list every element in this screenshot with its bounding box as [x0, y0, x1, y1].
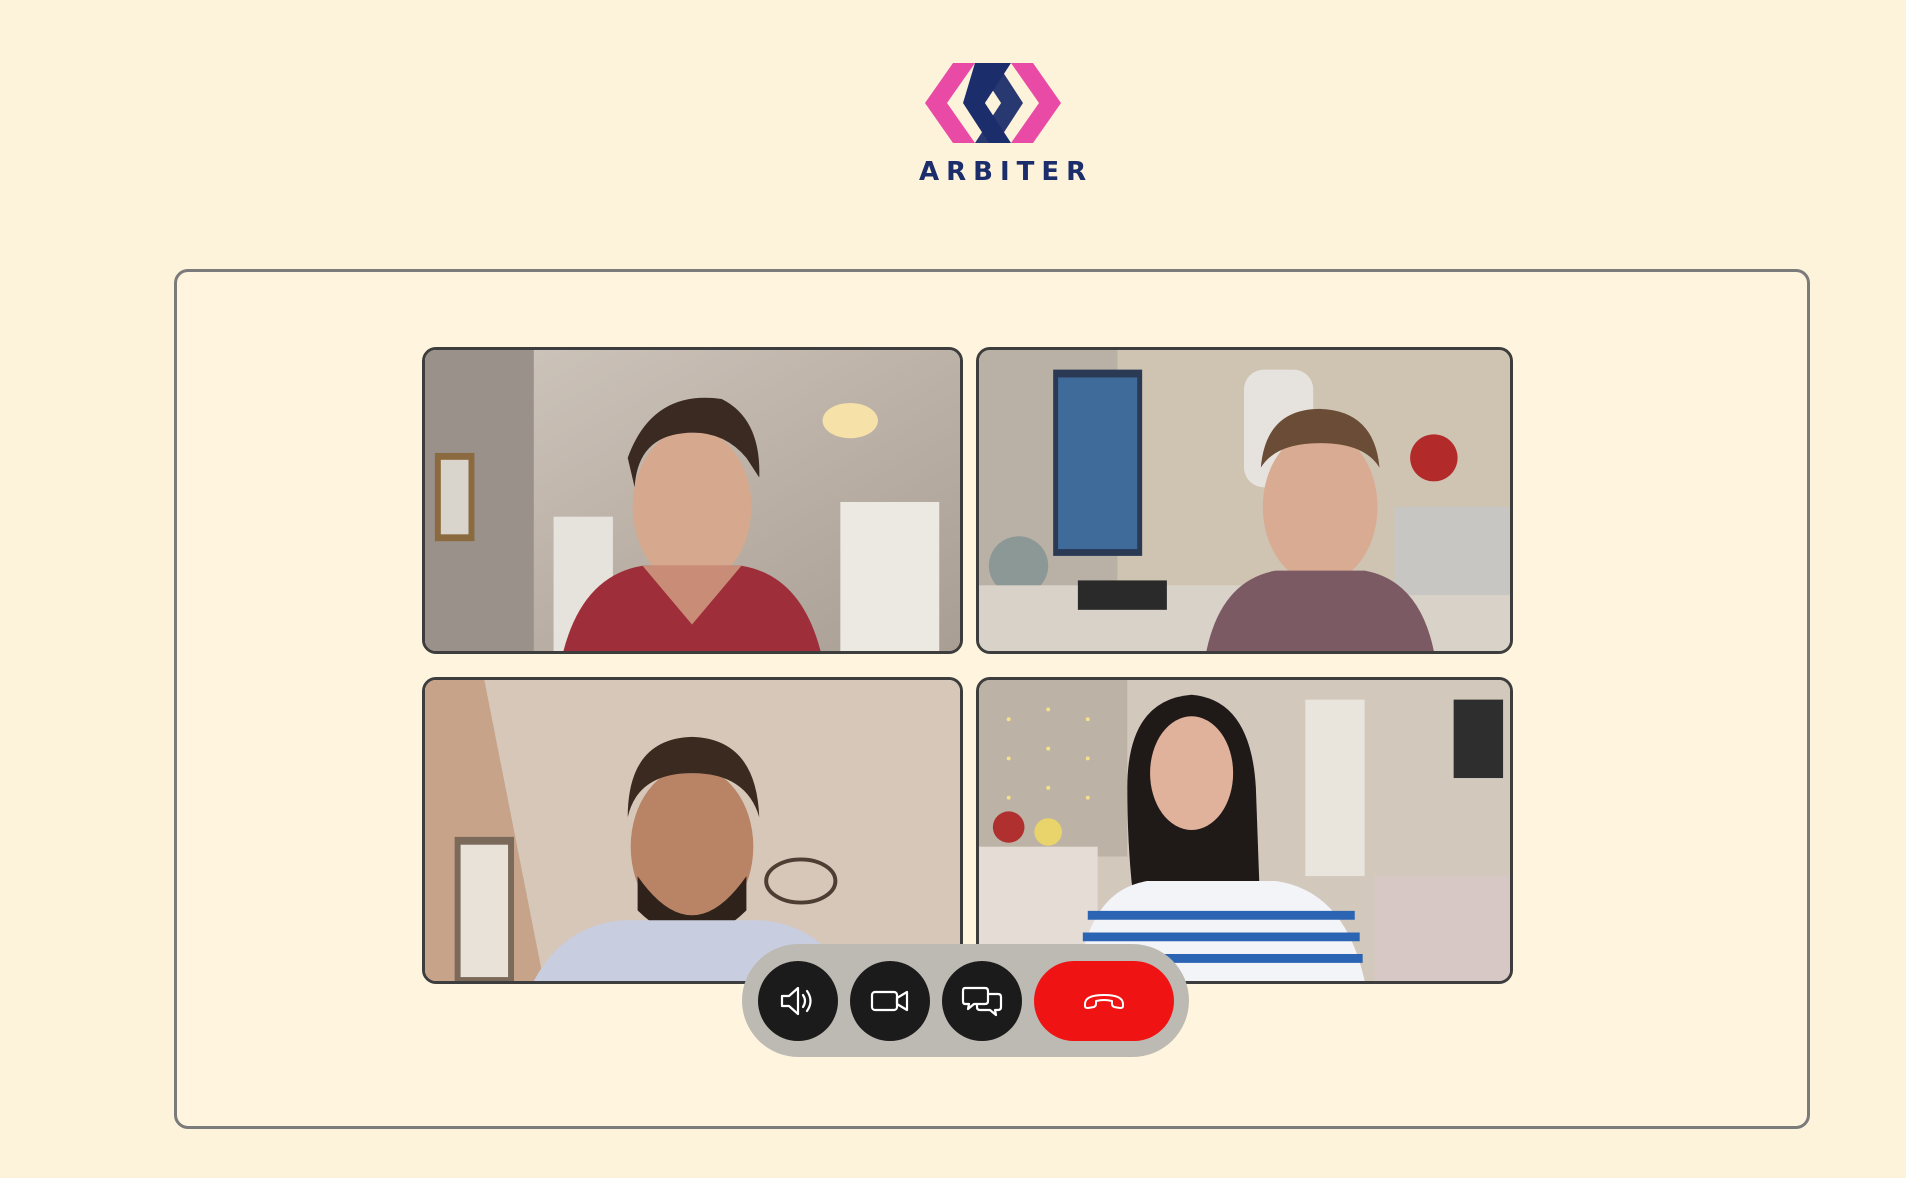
camera-button[interactable] — [850, 960, 930, 1041]
participant-3-video-frame — [425, 680, 960, 981]
phone-hangup-icon — [1084, 993, 1124, 1009]
participant-4-video-frame — [979, 680, 1510, 981]
speaker-button[interactable] — [758, 960, 838, 1041]
participant-1-video-frame — [425, 350, 960, 651]
chat-button[interactable] — [942, 960, 1022, 1041]
call-panel — [174, 269, 1810, 1129]
participant-1-video[interactable] — [422, 347, 963, 654]
brand-name: ARBITER — [919, 157, 1094, 187]
call-controls — [742, 944, 1189, 1057]
participant-3-video[interactable] — [422, 677, 963, 984]
end-call-button[interactable] — [1034, 960, 1174, 1041]
arbiter-logo: ARBITER — [913, 55, 1094, 195]
chat-bubbles-icon — [961, 986, 1003, 1016]
participant-4-video[interactable] — [976, 677, 1513, 984]
participant-2-video-frame — [979, 350, 1510, 651]
arbiter-logo-mark — [925, 63, 1061, 143]
participant-2-video[interactable] — [976, 347, 1513, 654]
video-call-page: ARBITER — [0, 0, 1906, 1178]
speaker-icon — [780, 986, 812, 1015]
video-camera-icon — [870, 990, 909, 1011]
